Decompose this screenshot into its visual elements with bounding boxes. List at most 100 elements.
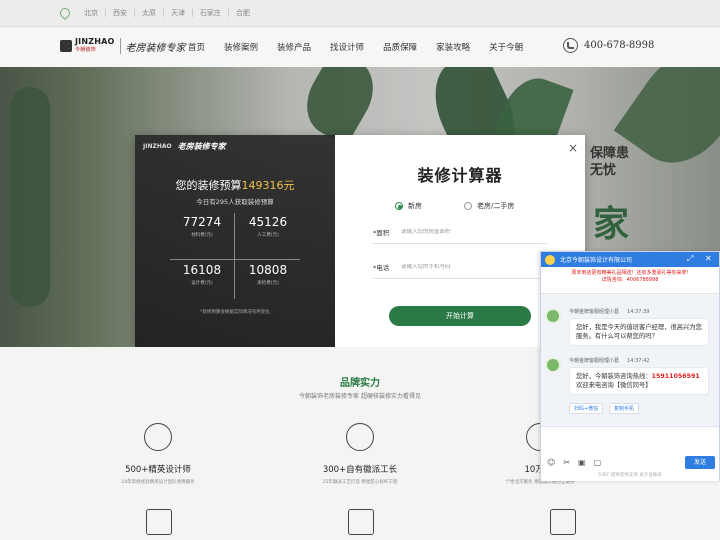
phone-label: *电话 bbox=[373, 263, 390, 272]
code-icon bbox=[348, 509, 374, 535]
logo-divider bbox=[119, 38, 121, 54]
notice-line2: 详情咨询：4006788998 bbox=[601, 277, 659, 283]
site-header: JINZHAO 今朝装饰 老房装修专家 首页 装修案例 装修产品 找设计师 品质… bbox=[0, 27, 720, 67]
radio-checked-icon bbox=[395, 202, 403, 210]
main-nav: 首页 装修案例 装修产品 找设计师 品质保障 家装攻略 关于今朝 bbox=[188, 41, 542, 53]
copy-phone-button[interactable]: 复制手机 bbox=[609, 403, 640, 414]
city-shijiazhuang[interactable]: 石家庄 bbox=[193, 9, 229, 17]
feature-designers: 500+精英设计师 24年装修经验精英设计团队倾情服务 bbox=[88, 423, 228, 485]
chat-input-area[interactable]: ☺ ✂ ▣ ▢ 发送 53KF 提供软件支持 关于该账号 bbox=[541, 426, 719, 481]
area-input[interactable] bbox=[401, 228, 541, 235]
budget-prefix: 您的装修预算 bbox=[175, 179, 242, 192]
phone-number: 400-678-8998 bbox=[584, 40, 655, 51]
today-count: 今日有295人获取装修预算 bbox=[196, 198, 274, 206]
nav-products[interactable]: 装修产品 bbox=[277, 41, 311, 53]
house-type-options: 新房 老房/二手房 bbox=[395, 201, 556, 211]
feature-foremen: 300+自有徽派工长 25年徽派工艺打造 明星匠心标杆工程 bbox=[290, 423, 430, 485]
phone-input[interactable] bbox=[401, 263, 541, 270]
budget-note: *装修预算会根据实际情况有所变化 bbox=[200, 310, 270, 315]
material-label: 材料费(元) bbox=[191, 233, 213, 238]
logo-brand: JINZHAO 今朝装饰 bbox=[75, 38, 115, 54]
agent-name: 今朝金牌客服经理小葛 bbox=[569, 309, 620, 315]
chart-icon bbox=[550, 509, 576, 535]
labor-value: 45126 bbox=[248, 215, 288, 229]
hotline-prefix: 您好，今朝装饰咨询热线： bbox=[576, 373, 652, 380]
chat-title: 北京今朝装饰设计有限公司 bbox=[560, 257, 633, 264]
labor-label: 人工费(元) bbox=[257, 233, 279, 238]
message-bubble: 您好，我是今天的值班客户经理，很高兴为您服务。有什么可以帮您的吗？ bbox=[569, 318, 709, 346]
grid-divider bbox=[170, 259, 300, 260]
feature-title: 500+精英设计师 bbox=[125, 465, 191, 475]
chat-widget: 北京今朝装饰设计有限公司 ⤢ ✕ 周末到店更有精美礼品相送！还有多重豪礼等你来拿… bbox=[540, 251, 720, 481]
design-label: 设计费(元) bbox=[191, 281, 213, 286]
logo-brand-en: JINZHAO bbox=[75, 37, 115, 46]
area-label: *面积 bbox=[373, 228, 390, 237]
modal-logo-slogan: 老房装修专家 bbox=[177, 141, 226, 151]
budget-panel: JINZHAO 老房装修专家 您的装修预算149316元 今日有295人获取装修… bbox=[135, 135, 335, 347]
site-logo[interactable]: JINZHAO 今朝装饰 老房装修专家 bbox=[60, 38, 186, 54]
designer-user-icon bbox=[144, 423, 172, 451]
area-field: *面积 bbox=[373, 220, 547, 244]
option-old-house[interactable]: 老房/二手房 bbox=[464, 201, 514, 211]
material-value: 77274 bbox=[182, 215, 222, 229]
header-phone[interactable]: 400-678-8998 bbox=[563, 38, 654, 53]
nav-guide[interactable]: 家装攻略 bbox=[436, 41, 470, 53]
message-time: 14:37:39 bbox=[627, 309, 650, 315]
city-beijing[interactable]: 北京 bbox=[77, 9, 106, 17]
phone-icon bbox=[563, 38, 578, 53]
logo-slogan: 老房装修专家 bbox=[125, 42, 186, 54]
nav-designers[interactable]: 找设计师 bbox=[330, 41, 364, 53]
message-time: 14:37:42 bbox=[627, 358, 650, 364]
material-cost: 77274 材料费(元) bbox=[170, 215, 234, 238]
city-hefei[interactable]: 合肥 bbox=[229, 9, 257, 17]
modal-logo: JINZHAO 老房装修专家 bbox=[143, 141, 226, 152]
document-icon bbox=[146, 509, 172, 535]
agent-avatar-icon bbox=[545, 357, 561, 373]
logo-mark-icon bbox=[60, 40, 72, 52]
nav-cases[interactable]: 装修案例 bbox=[224, 41, 258, 53]
budget-headline: 您的装修预算149316元 bbox=[135, 177, 335, 193]
scan-wechat-button[interactable]: 扫码+微信 bbox=[569, 403, 604, 414]
city-tianjin[interactable]: 天津 bbox=[164, 9, 193, 17]
close-icon[interactable]: × bbox=[568, 141, 578, 155]
hotline-suffix: 欢迎来电咨询【微信同号】 bbox=[576, 382, 652, 389]
city-taiyuan[interactable]: 太原 bbox=[135, 9, 164, 17]
logo-brand-cn: 今朝装饰 bbox=[75, 47, 96, 53]
radio-unchecked-icon bbox=[464, 202, 472, 210]
notice-line1: 周末到店更有精美礼品相送！还有多重豪礼等你来拿! bbox=[571, 270, 689, 276]
emoji-icon[interactable]: ☺ bbox=[547, 458, 555, 467]
phone-field: *电话 bbox=[373, 255, 547, 279]
budget-amount: 149316元 bbox=[241, 179, 295, 192]
calculator-title: 装修计算器 bbox=[417, 166, 503, 185]
nav-home[interactable]: 首页 bbox=[188, 41, 205, 53]
company-avatar-icon bbox=[545, 254, 555, 265]
feature-title: 300+自有徽派工长 bbox=[322, 465, 398, 475]
nav-about[interactable]: 关于今朝 bbox=[489, 41, 523, 53]
agent-name: 今朝金牌客服经理小葛 bbox=[569, 358, 620, 364]
nav-quality[interactable]: 品质保障 bbox=[383, 41, 417, 53]
city-xian[interactable]: 西安 bbox=[106, 9, 135, 17]
option-new-house[interactable]: 新房 bbox=[395, 201, 422, 211]
expand-icon[interactable]: ⤢ bbox=[687, 254, 693, 264]
message-meta: 今朝金牌客服经理小葛 14:37:39 bbox=[569, 308, 649, 315]
calculator-modal: JINZHAO 老房装修专家 您的装修预算149316元 今日有295人获取装修… bbox=[135, 135, 585, 347]
grid-divider bbox=[234, 213, 235, 299]
modal-logo-brand: JINZHAO bbox=[143, 143, 172, 150]
feature-desc: 25年徽派工艺打造 明星匠心标杆工程 bbox=[322, 480, 398, 485]
image-icon[interactable]: ▢ bbox=[594, 458, 602, 467]
agent-avatar-icon bbox=[545, 308, 561, 324]
hotline-number[interactable]: 15911056591 bbox=[652, 373, 700, 380]
send-button[interactable]: 发送 bbox=[685, 456, 715, 469]
message-meta: 今朝金牌客服经理小葛 14:37:42 bbox=[569, 357, 649, 364]
option-old-label: 老房/二手房 bbox=[477, 202, 515, 210]
worker-helmet-icon bbox=[346, 423, 374, 451]
design-cost: 16108 设计费(元) bbox=[170, 263, 234, 286]
qc-label: 质检费(元) bbox=[257, 281, 279, 286]
qc-cost: 10808 质检费(元) bbox=[236, 263, 300, 286]
location-pin-icon bbox=[57, 5, 73, 21]
start-calculate-button[interactable]: 开始计算 bbox=[389, 306, 531, 326]
chat-close-icon[interactable]: ✕ bbox=[705, 254, 712, 263]
scissors-icon[interactable]: ✂ bbox=[563, 458, 570, 467]
folder-icon[interactable]: ▣ bbox=[578, 458, 586, 467]
labor-cost: 45126 人工费(元) bbox=[236, 215, 300, 238]
